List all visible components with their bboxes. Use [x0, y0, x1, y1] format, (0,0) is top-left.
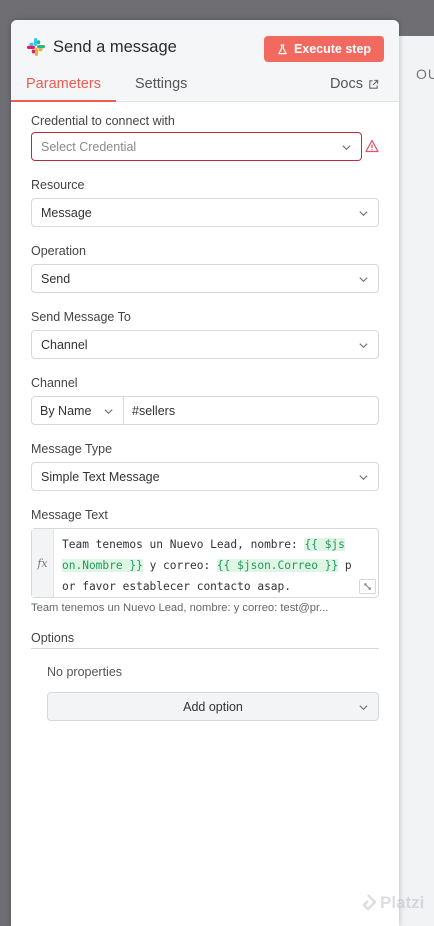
expression-token: {{ $json.Correo }}: [216, 559, 339, 572]
resource-value: Message: [41, 205, 92, 220]
flask-icon: [278, 43, 287, 54]
message-type-label: Message Type: [31, 442, 113, 456]
send-to-label: Send Message To: [31, 310, 131, 324]
tab-settings[interactable]: Settings: [135, 76, 187, 102]
channel-mode-select[interactable]: By Name: [31, 396, 124, 425]
platzi-watermark-text: Platzi: [380, 893, 425, 912]
node-title[interactable]: Send a message: [53, 38, 177, 57]
platzi-watermark: Platzi: [360, 893, 424, 913]
resource-label: Resource: [31, 178, 85, 192]
chevron-down-icon: [104, 409, 113, 415]
resource-select[interactable]: Message: [31, 198, 379, 227]
message-type-select[interactable]: Simple Text Message: [31, 462, 379, 491]
chevron-down-icon: [359, 211, 368, 217]
node-parameters-panel: Send a message Execute step Parameters S…: [11, 20, 399, 926]
no-properties-text: No properties: [47, 665, 123, 679]
message-type-value: Simple Text Message: [41, 469, 160, 484]
message-text-preview: Team tenemos un Nuevo Lead, nombre: y co…: [31, 602, 329, 614]
chevron-down-icon: [359, 475, 368, 481]
external-link-icon: [369, 79, 379, 89]
chevron-down-icon: [342, 145, 351, 151]
code-text: or favor establecer contacto asap.: [62, 580, 292, 593]
panel-header: Send a message Execute step Parameters S…: [11, 20, 399, 102]
message-text-code[interactable]: Team tenemos un Nuevo Lead, nombre: {{ $…: [62, 534, 374, 597]
operation-value: Send: [41, 271, 71, 286]
code-text: y correo:: [142, 559, 217, 572]
operation-select[interactable]: Send: [31, 264, 379, 293]
tab-parameters[interactable]: Parameters: [11, 76, 116, 102]
operation-label: Operation: [31, 244, 86, 258]
output-panel-label: OU: [416, 66, 434, 82]
chevron-down-icon: [359, 277, 368, 283]
options-label: Options: [31, 631, 75, 645]
send-to-value: Channel: [41, 337, 88, 352]
slack-icon: [27, 38, 45, 56]
output-panel-background: [398, 36, 434, 926]
credential-label: Credential to connect with: [31, 114, 175, 128]
add-option-button[interactable]: Add option: [47, 692, 379, 721]
warning-icon: [365, 139, 379, 153]
execute-step-button[interactable]: Execute step: [264, 36, 384, 62]
credential-placeholder: Select Credential: [41, 139, 137, 154]
code-text: p: [338, 559, 352, 572]
expression-token: on.Nombre }}: [62, 559, 143, 572]
message-text-editor[interactable]: fx Team tenemos un Nuevo Lead, nombre: {…: [31, 528, 379, 598]
chevron-down-icon: [359, 343, 368, 349]
panel-tabs: Parameters Settings Docs: [11, 76, 399, 102]
expand-editor-icon[interactable]: [359, 579, 376, 594]
channel-label: Channel: [31, 376, 78, 390]
code-text: Team tenemos un Nuevo Lead, nombre:: [62, 538, 305, 551]
tab-docs[interactable]: Docs: [330, 76, 379, 102]
docs-label: Docs: [329, 76, 363, 92]
channel-value: #sellers: [132, 403, 176, 418]
expression-token: {{ $js: [304, 538, 345, 551]
options-divider: [31, 648, 379, 649]
credential-select[interactable]: Select Credential: [31, 132, 362, 161]
send-to-select[interactable]: Channel: [31, 330, 379, 359]
channel-input[interactable]: #sellers: [123, 396, 379, 425]
platzi-logo-icon: [362, 894, 376, 911]
execute-step-label: Execute step: [293, 42, 372, 56]
expression-fx-icon: fx: [32, 529, 54, 597]
channel-mode-value: By Name: [40, 403, 92, 418]
add-option-label: Add option: [183, 699, 243, 714]
message-text-label: Message Text: [31, 508, 108, 522]
chevron-down-icon: [359, 705, 368, 711]
